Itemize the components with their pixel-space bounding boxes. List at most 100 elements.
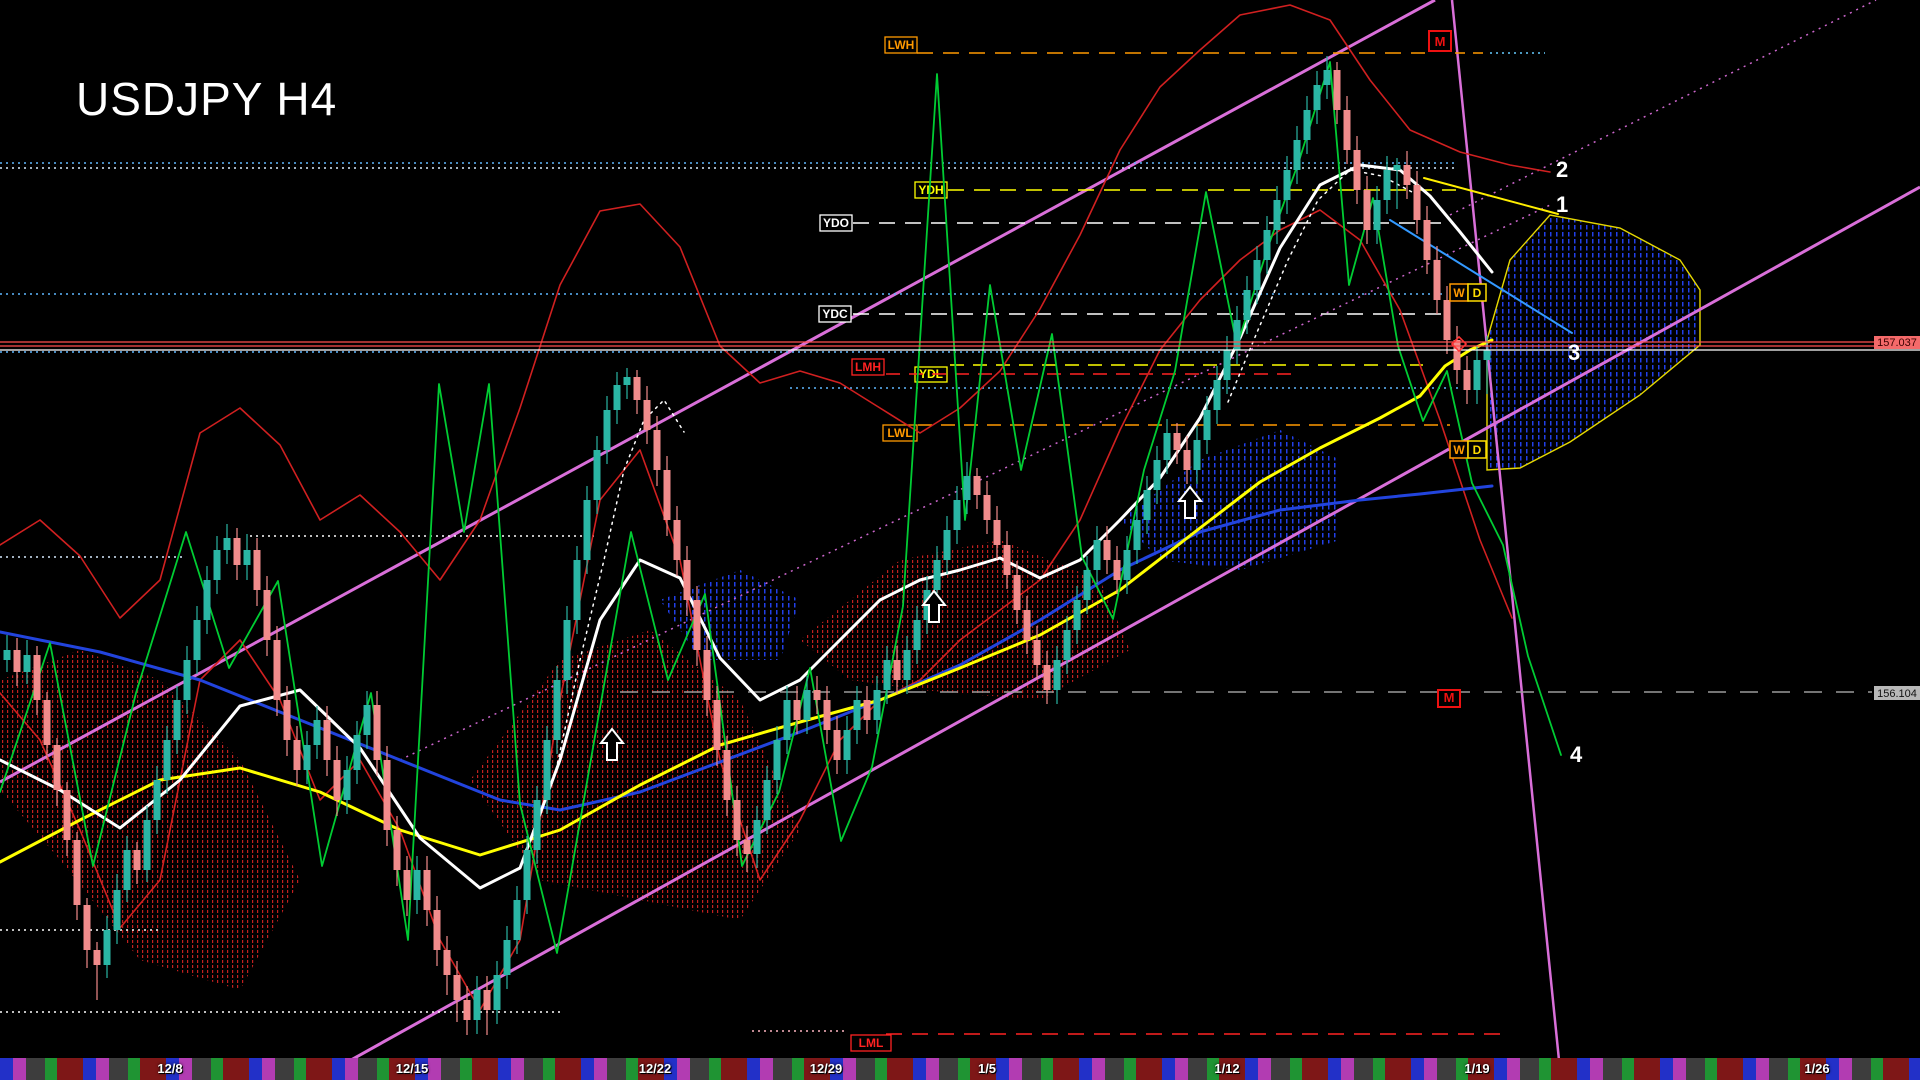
candle-body bbox=[1274, 200, 1281, 230]
candle-body bbox=[294, 740, 301, 770]
candle-body bbox=[1414, 185, 1421, 220]
candle-body bbox=[1474, 360, 1481, 390]
candle-body bbox=[1114, 560, 1121, 580]
candle-body bbox=[894, 660, 901, 680]
candle-body bbox=[584, 500, 591, 560]
candle-body bbox=[1094, 540, 1101, 570]
candle-body bbox=[1064, 630, 1071, 660]
x-axis-date: 12/8 bbox=[157, 1061, 182, 1076]
price-tag-156.104: 156.104 bbox=[1874, 686, 1920, 700]
svg-text:157.037: 157.037 bbox=[1877, 337, 1917, 349]
candle-body bbox=[384, 760, 391, 830]
candle-body bbox=[244, 550, 251, 565]
candle-body bbox=[674, 520, 681, 560]
level-label-YDC[interactable]: YDC bbox=[819, 306, 851, 322]
svg-text:W: W bbox=[1453, 286, 1465, 300]
monthly-pivot-box[interactable]: M bbox=[1438, 690, 1460, 707]
candle-body bbox=[1284, 170, 1291, 200]
candle-body bbox=[754, 820, 761, 854]
candle-body bbox=[554, 680, 561, 740]
candle-body bbox=[124, 850, 131, 890]
level-label-YDH[interactable]: YDH bbox=[915, 182, 947, 198]
svg-text:LWH: LWH bbox=[888, 38, 915, 52]
candle-body bbox=[614, 385, 621, 410]
candle-body bbox=[1374, 200, 1381, 230]
svg-text:M: M bbox=[1444, 690, 1455, 705]
monthly-pivot-box[interactable]: M bbox=[1429, 31, 1451, 51]
trading-chart-window: LWHYDHYDOYDCYDLLMHLWLLML157.037156.104MM… bbox=[0, 0, 1920, 1080]
candle-body bbox=[544, 740, 551, 800]
candle-body bbox=[1244, 290, 1251, 320]
candle-body bbox=[1394, 165, 1401, 170]
candle-body bbox=[164, 740, 171, 780]
candle-body bbox=[214, 550, 221, 580]
candle-body bbox=[84, 905, 91, 950]
candle-body bbox=[1034, 640, 1041, 665]
svg-text:M: M bbox=[1435, 34, 1446, 49]
candle-body bbox=[204, 580, 211, 620]
price-chart[interactable]: LWHYDHYDOYDCYDLLMHLWLLML157.037156.104MM… bbox=[0, 0, 1920, 1080]
candle-body bbox=[994, 520, 1001, 545]
candle-body bbox=[1424, 220, 1431, 260]
candle-body bbox=[784, 700, 791, 740]
candle-body bbox=[414, 870, 421, 900]
candle-body bbox=[684, 560, 691, 600]
candle-body bbox=[694, 600, 701, 650]
weekly-daily-pivot-boxes[interactable]: WD bbox=[1450, 441, 1486, 458]
candle-body bbox=[564, 620, 571, 680]
candle-body bbox=[474, 990, 481, 1020]
level-label-LML[interactable]: LML bbox=[851, 1035, 891, 1051]
wave-number-1: 1 bbox=[1556, 192, 1568, 217]
weekly-daily-pivot-boxes[interactable]: WD bbox=[1450, 284, 1486, 301]
candle-body bbox=[1344, 110, 1351, 150]
candle-body bbox=[1304, 110, 1311, 140]
x-axis-date: 1/5 bbox=[978, 1061, 996, 1076]
candle-body bbox=[354, 735, 361, 770]
candle-body bbox=[454, 975, 461, 1000]
svg-text:156.104: 156.104 bbox=[1877, 688, 1917, 700]
candle-body bbox=[954, 500, 961, 530]
level-label-LMH[interactable]: LMH bbox=[852, 359, 884, 375]
candle-body bbox=[834, 730, 841, 760]
candle-body bbox=[1334, 70, 1341, 110]
candle-body bbox=[224, 538, 231, 550]
candle-body bbox=[94, 950, 101, 965]
candle-body bbox=[1134, 520, 1141, 550]
wave-number-4: 4 bbox=[1570, 742, 1583, 767]
candle-body bbox=[974, 476, 981, 495]
candle-body bbox=[874, 690, 881, 720]
candle-body bbox=[74, 840, 81, 905]
x-axis-date: 12/29 bbox=[810, 1061, 843, 1076]
candle-body bbox=[174, 700, 181, 740]
candle-body bbox=[824, 700, 831, 730]
candle-body bbox=[1404, 165, 1411, 185]
candle-body bbox=[884, 660, 891, 690]
candle-body bbox=[1364, 190, 1371, 230]
candle-body bbox=[1214, 380, 1221, 410]
candle-body bbox=[184, 660, 191, 700]
candle-body bbox=[44, 700, 51, 745]
candle-body bbox=[794, 700, 801, 720]
level-label-YDO[interactable]: YDO bbox=[820, 215, 852, 231]
candle-body bbox=[1324, 70, 1331, 85]
candle-body bbox=[524, 850, 531, 900]
candle-body bbox=[104, 930, 111, 965]
candle-body bbox=[264, 590, 271, 640]
candle-body bbox=[1074, 600, 1081, 630]
candle-body bbox=[714, 700, 721, 750]
candle-body bbox=[1294, 140, 1301, 170]
candle-body bbox=[1464, 370, 1471, 390]
candle-body bbox=[1254, 260, 1261, 290]
svg-text:W: W bbox=[1453, 443, 1465, 457]
wave-number-2: 2 bbox=[1556, 157, 1568, 182]
candle-body bbox=[1174, 433, 1181, 450]
candle-body bbox=[494, 975, 501, 1010]
candle-body bbox=[604, 410, 611, 450]
candle-body bbox=[1154, 460, 1161, 490]
candle-body bbox=[444, 950, 451, 975]
candle-body bbox=[14, 650, 21, 672]
level-label-LWH[interactable]: LWH bbox=[885, 37, 917, 53]
candle-body bbox=[304, 745, 311, 770]
candle-body bbox=[934, 560, 941, 590]
candle-body bbox=[274, 640, 281, 700]
